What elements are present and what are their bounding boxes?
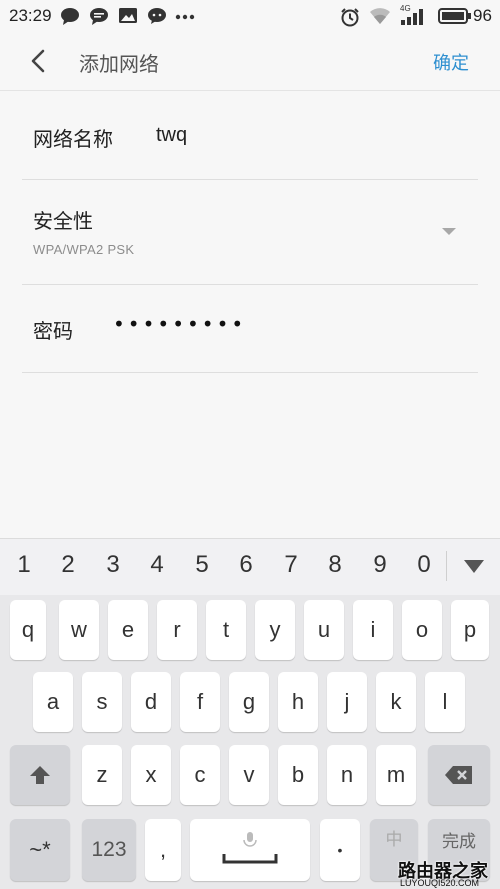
key-v[interactable]: v <box>229 745 269 805</box>
key-c[interactable]: c <box>180 745 220 805</box>
key-l[interactable]: l <box>425 672 465 732</box>
key-7[interactable]: 7 <box>276 551 306 579</box>
signal-icon <box>401 9 423 25</box>
chat-icon <box>90 8 108 25</box>
more-dots-icon <box>175 14 195 20</box>
message-bubble-icon <box>61 8 79 25</box>
key-k[interactable]: k <box>376 672 416 732</box>
battery-percent: 96 <box>473 6 492 25</box>
key-9[interactable]: 9 <box>365 551 395 579</box>
key-6[interactable]: 6 <box>231 551 261 579</box>
numbers-key[interactable]: 123 <box>82 819 136 881</box>
key-5[interactable]: 5 <box>187 551 217 579</box>
period-key[interactable]: • <box>320 819 360 881</box>
key-f[interactable]: f <box>180 672 220 732</box>
key-1[interactable]: 1 <box>9 551 39 579</box>
key-t[interactable]: t <box>206 600 246 660</box>
watermark: 路由器之家 LUYOUQI520.COM <box>392 859 500 889</box>
key-w[interactable]: w <box>59 600 99 660</box>
key-j[interactable]: j <box>327 672 367 732</box>
alarm-icon <box>341 8 359 27</box>
space-key[interactable] <box>190 819 310 881</box>
dropdown-arrow-icon[interactable] <box>442 228 456 235</box>
security-value[interactable]: WPA/WPA2 PSK <box>33 242 134 257</box>
divider <box>22 372 478 373</box>
key-8[interactable]: 8 <box>320 551 350 579</box>
key-3[interactable]: 3 <box>98 551 128 579</box>
status-bar: 23:29 4G 96 <box>0 0 500 32</box>
status-time: 23:29 <box>9 6 52 25</box>
key-d[interactable]: d <box>131 672 171 732</box>
divider <box>22 179 478 180</box>
confirm-button[interactable]: 确定 <box>433 49 469 75</box>
hide-keyboard-icon[interactable] <box>464 560 484 573</box>
key-m[interactable]: m <box>376 745 416 805</box>
key-b[interactable]: b <box>278 745 318 805</box>
key-i[interactable]: i <box>353 600 393 660</box>
chevron-left-icon[interactable] <box>24 46 54 76</box>
key-p[interactable]: p <box>451 600 489 660</box>
network-name-label: 网络名称 <box>33 127 113 151</box>
key-q[interactable]: q <box>10 600 46 660</box>
key-a[interactable]: a <box>33 672 73 732</box>
page-title: 添加网络 <box>79 52 159 76</box>
symbols-key[interactable]: ~* <box>10 819 70 881</box>
password-input[interactable]: ••••••••• <box>113 312 246 336</box>
microphone-icon <box>247 832 253 842</box>
wifi-icon <box>370 8 390 24</box>
divider <box>22 284 478 285</box>
divider <box>446 551 447 581</box>
backspace-key[interactable] <box>428 745 490 805</box>
network-name-input[interactable]: twq <box>156 124 187 147</box>
key-o[interactable]: o <box>402 600 442 660</box>
soft-keyboard: 1 2 3 4 5 6 7 8 9 0 q w e r t y u i o p … <box>0 538 500 889</box>
key-y[interactable]: y <box>255 600 295 660</box>
key-u[interactable]: u <box>304 600 344 660</box>
image-icon <box>119 8 137 23</box>
key-0[interactable]: 0 <box>409 551 439 579</box>
key-s[interactable]: s <box>82 672 122 732</box>
number-row: 1 2 3 4 5 6 7 8 9 0 <box>0 538 500 595</box>
key-x[interactable]: x <box>131 745 171 805</box>
key-r[interactable]: r <box>157 600 197 660</box>
backspace-icon <box>445 766 472 784</box>
battery-icon <box>438 8 471 24</box>
key-e[interactable]: e <box>108 600 148 660</box>
key-h[interactable]: h <box>278 672 318 732</box>
security-label: 安全性 <box>33 209 93 233</box>
key-n[interactable]: n <box>327 745 367 805</box>
shift-arrow-icon <box>30 766 50 784</box>
watermark-url: LUYOUQI520.COM <box>400 878 480 888</box>
wechat-icon <box>148 8 166 24</box>
key-4[interactable]: 4 <box>142 551 172 579</box>
key-z[interactable]: z <box>82 745 122 805</box>
header-divider <box>0 90 500 91</box>
key-g[interactable]: g <box>229 672 269 732</box>
password-label: 密码 <box>33 319 73 343</box>
space-bar-icon <box>222 832 278 864</box>
shift-key[interactable] <box>10 745 70 805</box>
key-2[interactable]: 2 <box>53 551 83 579</box>
app-header: 添加网络 确定 <box>0 32 500 90</box>
comma-key[interactable]: , <box>145 819 181 881</box>
